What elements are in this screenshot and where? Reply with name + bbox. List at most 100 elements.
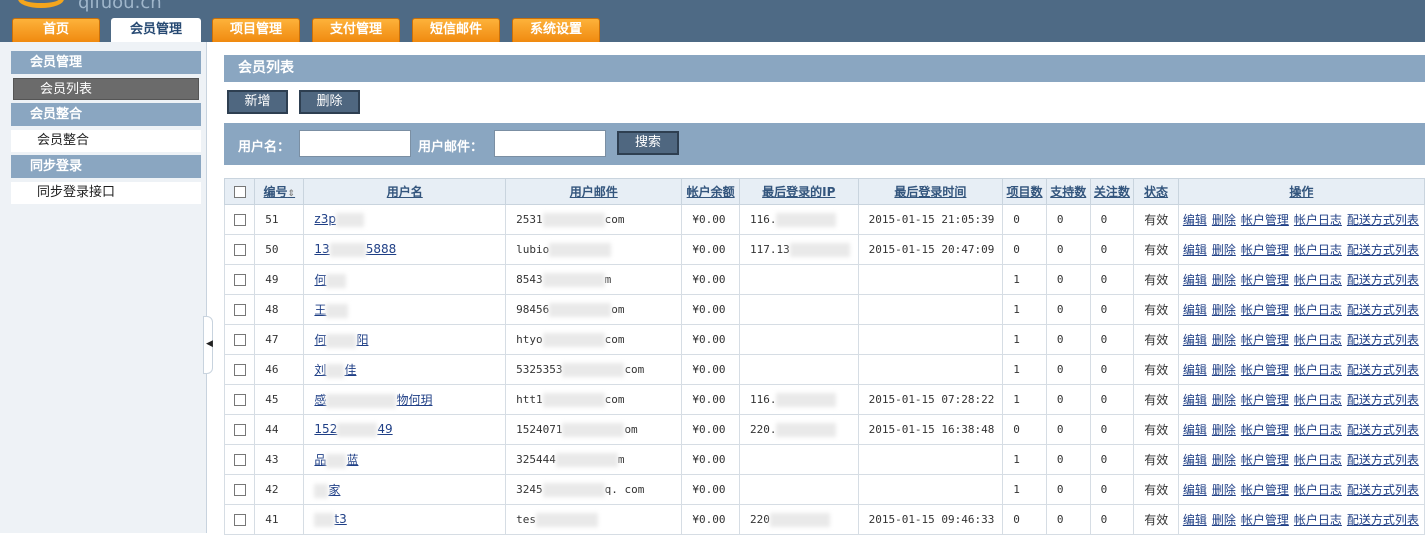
delete-link[interactable]: 删除 <box>1212 243 1236 257</box>
edit-link[interactable]: 编辑 <box>1183 213 1207 227</box>
delete-link[interactable]: 删除 <box>1212 213 1236 227</box>
edit-link[interactable]: 编辑 <box>1183 423 1207 437</box>
username-link[interactable]: 品蓝 <box>314 453 358 468</box>
column-header-supports[interactable]: 支持数 <box>1045 178 1091 205</box>
delivery-method-list-link[interactable]: 配送方式列表 <box>1347 423 1419 437</box>
column-header-email[interactable]: 用户邮件 <box>505 178 683 205</box>
select-all-checkbox[interactable] <box>233 186 246 198</box>
account-management-link[interactable]: 帐户管理 <box>1241 273 1289 287</box>
row-checkbox[interactable] <box>233 274 246 286</box>
edit-link[interactable]: 编辑 <box>1183 483 1207 497</box>
delivery-method-list-link[interactable]: 配送方式列表 <box>1347 243 1419 257</box>
row-checkbox[interactable] <box>233 514 246 526</box>
username-link[interactable]: 王 <box>314 303 349 318</box>
delete-button[interactable]: 删除 <box>299 90 360 114</box>
delete-link[interactable]: 删除 <box>1212 273 1236 287</box>
delivery-method-list-link[interactable]: 配送方式列表 <box>1347 393 1419 407</box>
column-header-username[interactable]: 用户名 <box>303 178 507 205</box>
delivery-method-list-link[interactable]: 配送方式列表 <box>1347 213 1419 227</box>
delivery-method-list-link[interactable]: 配送方式列表 <box>1347 333 1419 347</box>
edit-link[interactable]: 编辑 <box>1183 453 1207 467</box>
delete-link[interactable]: 删除 <box>1212 453 1236 467</box>
delete-link[interactable]: 删除 <box>1212 513 1236 527</box>
account-management-link[interactable]: 帐户管理 <box>1241 363 1289 377</box>
column-header-last-login-ip[interactable]: 最后登录的IP <box>738 178 859 205</box>
row-checkbox[interactable] <box>233 364 246 376</box>
edit-link[interactable]: 编辑 <box>1183 243 1207 257</box>
delete-link[interactable]: 删除 <box>1212 483 1236 497</box>
delete-link[interactable]: 删除 <box>1212 303 1236 317</box>
sidebar-item-member-integration[interactable]: 会员整合 <box>11 130 201 152</box>
sidebar-group-sync-login[interactable]: 同步登录 <box>11 155 201 178</box>
sidebar-group-member-integration[interactable]: 会员整合 <box>11 103 201 126</box>
account-management-link[interactable]: 帐户管理 <box>1241 513 1289 527</box>
search-button[interactable]: 搜索 <box>617 131 679 155</box>
delete-link[interactable]: 删除 <box>1212 393 1236 407</box>
column-header-id[interactable]: 编号⇕ <box>254 178 305 205</box>
delivery-method-list-link[interactable]: 配送方式列表 <box>1347 303 1419 317</box>
account-management-link[interactable]: 帐户管理 <box>1241 333 1289 347</box>
row-checkbox[interactable] <box>233 334 246 346</box>
sidebar-group-member-management[interactable]: 会员管理 <box>11 51 201 74</box>
username-link[interactable]: 何阳 <box>314 333 368 348</box>
username-input[interactable] <box>299 130 411 157</box>
delivery-method-list-link[interactable]: 配送方式列表 <box>1347 273 1419 287</box>
row-checkbox[interactable] <box>233 484 246 496</box>
sidebar-item-sync-login-interface[interactable]: 同步登录接口 <box>11 182 201 204</box>
email-input[interactable] <box>494 130 606 157</box>
account-log-link[interactable]: 帐户日志 <box>1294 243 1342 257</box>
row-checkbox[interactable] <box>233 244 246 256</box>
delete-link[interactable]: 删除 <box>1212 423 1236 437</box>
account-log-link[interactable]: 帐户日志 <box>1294 303 1342 317</box>
account-log-link[interactable]: 帐户日志 <box>1294 333 1342 347</box>
column-header-projects[interactable]: 项目数 <box>1002 178 1047 205</box>
delivery-method-list-link[interactable]: 配送方式列表 <box>1347 363 1419 377</box>
username-link[interactable]: 何 <box>314 273 347 288</box>
account-management-link[interactable]: 帐户管理 <box>1241 483 1289 497</box>
account-management-link[interactable]: 帐户管理 <box>1241 213 1289 227</box>
tab-home[interactable]: 首页 <box>12 18 100 42</box>
tab-project-management[interactable]: 项目管理 <box>212 18 300 42</box>
tab-system-settings[interactable]: 系统设置 <box>512 18 600 42</box>
sidebar-collapse-handle[interactable]: ◀ <box>203 316 213 374</box>
edit-link[interactable]: 编辑 <box>1183 273 1207 287</box>
edit-link[interactable]: 编辑 <box>1183 393 1207 407</box>
account-log-link[interactable]: 帐户日志 <box>1294 363 1342 377</box>
account-management-link[interactable]: 帐户管理 <box>1241 423 1289 437</box>
account-management-link[interactable]: 帐户管理 <box>1241 303 1289 317</box>
username-link[interactable]: 13 5888 <box>314 242 396 257</box>
account-management-link[interactable]: 帐户管理 <box>1241 453 1289 467</box>
add-button[interactable]: 新增 <box>227 90 288 114</box>
username-link[interactable]: 刘佳 <box>314 363 356 378</box>
account-management-link[interactable]: 帐户管理 <box>1241 393 1289 407</box>
username-link[interactable]: t3 <box>314 512 347 527</box>
tab-sms-email[interactable]: 短信邮件 <box>412 18 500 42</box>
delete-link[interactable]: 删除 <box>1212 333 1236 347</box>
account-log-link[interactable]: 帐户日志 <box>1294 273 1342 287</box>
row-checkbox[interactable] <box>233 304 246 316</box>
account-log-link[interactable]: 帐户日志 <box>1294 423 1342 437</box>
username-link[interactable]: 152 49 <box>314 422 393 437</box>
column-header-follows[interactable]: 关注数 <box>1089 178 1135 205</box>
edit-link[interactable]: 编辑 <box>1183 333 1207 347</box>
tab-member-management[interactable]: 会员管理 <box>111 18 201 42</box>
column-header-status[interactable]: 状态 <box>1133 178 1179 205</box>
delivery-method-list-link[interactable]: 配送方式列表 <box>1347 453 1419 467</box>
sidebar-item-member-list[interactable]: 会员列表 <box>13 78 199 100</box>
column-header-last-login-time[interactable]: 最后登录时间 <box>857 178 1004 205</box>
row-checkbox[interactable] <box>233 454 246 466</box>
account-log-link[interactable]: 帐户日志 <box>1294 483 1342 497</box>
account-log-link[interactable]: 帐户日志 <box>1294 513 1342 527</box>
delivery-method-list-link[interactable]: 配送方式列表 <box>1347 513 1419 527</box>
edit-link[interactable]: 编辑 <box>1183 363 1207 377</box>
account-log-link[interactable]: 帐户日志 <box>1294 453 1342 467</box>
account-log-link[interactable]: 帐户日志 <box>1294 393 1342 407</box>
edit-link[interactable]: 编辑 <box>1183 513 1207 527</box>
username-link[interactable]: 家 <box>314 483 340 498</box>
row-checkbox[interactable] <box>233 214 246 226</box>
account-log-link[interactable]: 帐户日志 <box>1294 213 1342 227</box>
username-link[interactable]: 感 物何玥 <box>314 393 432 408</box>
delivery-method-list-link[interactable]: 配送方式列表 <box>1347 483 1419 497</box>
row-checkbox[interactable] <box>233 394 246 406</box>
tab-payment-management[interactable]: 支付管理 <box>312 18 400 42</box>
